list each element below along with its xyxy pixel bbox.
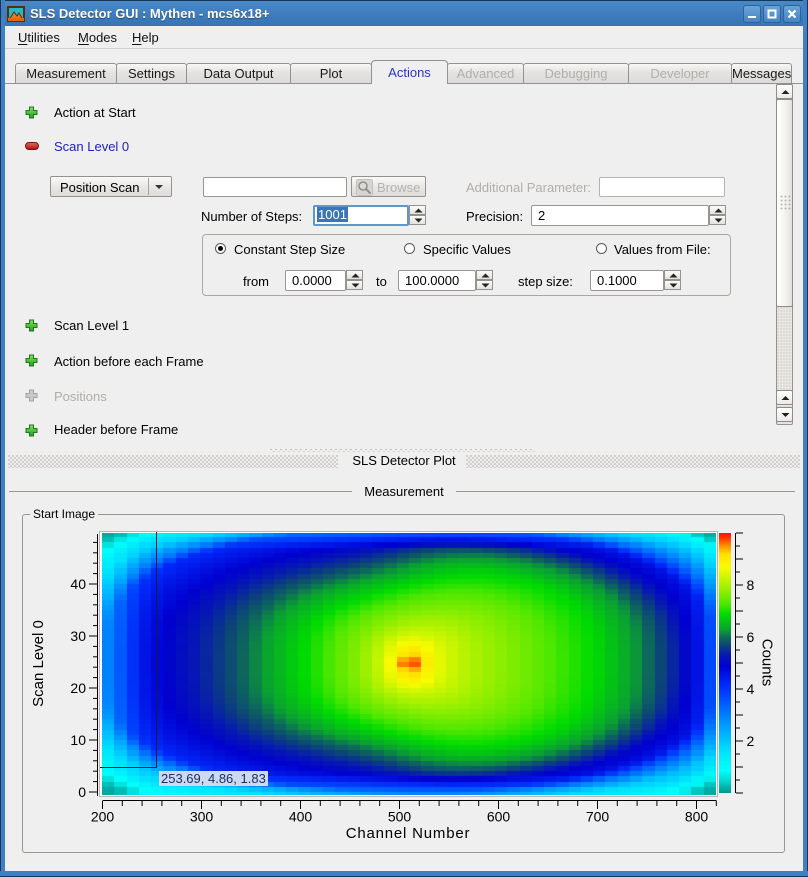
svg-text:0: 0 <box>78 784 86 800</box>
svg-text:600: 600 <box>487 809 511 825</box>
svg-text:20: 20 <box>70 680 86 696</box>
svg-text:700: 700 <box>586 809 610 825</box>
svg-text:40: 40 <box>70 576 86 592</box>
svg-text:800: 800 <box>685 809 709 825</box>
svg-text:10: 10 <box>70 732 86 748</box>
svg-text:6: 6 <box>747 629 755 645</box>
svg-text:30: 30 <box>70 628 86 644</box>
svg-text:200: 200 <box>91 809 115 825</box>
svg-text:8: 8 <box>747 577 755 593</box>
svg-text:500: 500 <box>388 809 412 825</box>
svg-text:Channel Number: Channel Number <box>346 825 471 842</box>
svg-text:4: 4 <box>747 681 755 697</box>
svg-text:400: 400 <box>289 809 313 825</box>
svg-text:Counts: Counts <box>759 639 776 687</box>
svg-text:300: 300 <box>190 809 214 825</box>
svg-text:Scan Level 0: Scan Level 0 <box>30 620 47 707</box>
svg-text:2: 2 <box>747 733 755 749</box>
